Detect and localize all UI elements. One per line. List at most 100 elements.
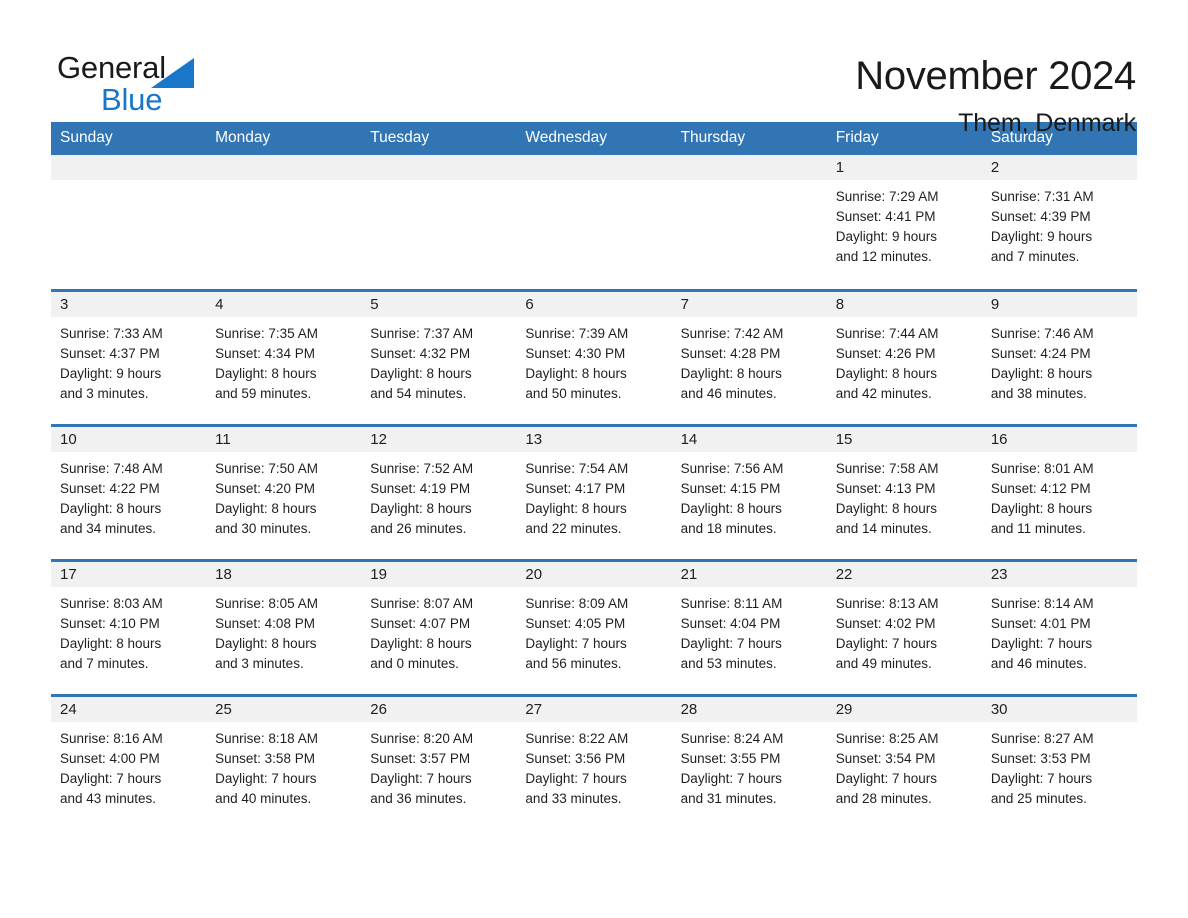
day-number: 1 <box>826 155 982 180</box>
calendar-day-cell[interactable]: 17 Sunrise: 8:03 AM Sunset: 4:10 PM Dayligh… <box>51 558 207 695</box>
calendar-day-cell[interactable]: 30 Sunrise: 8:27 AM Sunset: 3:53 PM Dayligh… <box>981 693 1137 830</box>
daylight-text-line2: and 53 minutes. <box>680 655 777 671</box>
daylight-text-line1: Daylight: 7 hours <box>60 770 162 786</box>
calendar-day-cell[interactable]: 10 Sunrise: 7:48 AM Sunset: 4:22 PM Dayligh… <box>51 423 207 560</box>
sunset-text: Sunset: 4:30 PM <box>525 345 626 361</box>
calendar-day-cell[interactable]: 15 Sunrise: 7:58 AM Sunset: 4:13 PM Dayligh… <box>826 423 982 560</box>
daylight-text-line1: Daylight: 8 hours <box>525 365 627 381</box>
weekday-header-monday: Monday <box>206 122 362 155</box>
sunrise-text: Sunrise: 8:13 AM <box>835 595 939 611</box>
calendar-day-cell[interactable]: 12 Sunrise: 7:52 AM Sunset: 4:19 PM Dayligh… <box>361 423 517 560</box>
calendar-day-cell-empty <box>51 155 207 290</box>
calendar-day-cell[interactable]: 19 Sunrise: 8:07 AM Sunset: 4:07 PM Dayligh… <box>361 558 517 695</box>
day-number: 13 <box>516 426 672 452</box>
sunrise-text: Sunrise: 8:07 AM <box>370 595 474 611</box>
calendar-day-cell[interactable]: 27 Sunrise: 8:22 AM Sunset: 3:56 PM Dayligh… <box>516 693 672 830</box>
daylight-text-line2: and 46 minutes. <box>990 655 1087 671</box>
daylight-text-line2: and 46 minutes. <box>680 385 777 401</box>
daylight-text-line2: and 38 minutes. <box>990 385 1087 401</box>
daylight-text-line2: and 33 minutes. <box>525 790 622 806</box>
day-details: Sunrise: 7:31 AM Sunset: 4:39 PM Daylight:… <box>982 180 1137 267</box>
sunrise-text: Sunrise: 8:05 AM <box>215 595 318 611</box>
calendar-day-cell[interactable]: 26 Sunrise: 8:20 AM Sunset: 3:57 PM Dayligh… <box>361 693 517 830</box>
daylight-text-line1: Daylight: 7 hours <box>990 635 1093 651</box>
calendar-day-cell[interactable]: 8 Sunrise: 7:44 AM Sunset: 4:26 PM Daylight… <box>826 288 982 425</box>
sunset-text: Sunset: 4:37 PM <box>60 345 160 361</box>
calendar-day-cell[interactable]: 11 Sunrise: 7:50 AM Sunset: 4:20 PM Dayligh… <box>206 423 362 560</box>
daylight-text-line1: Daylight: 8 hours <box>835 500 938 516</box>
day-number: 19 <box>361 561 517 587</box>
day-number: 18 <box>206 561 362 587</box>
day-number: 16 <box>981 426 1137 452</box>
calendar-day-cell[interactable]: 3 Sunrise: 7:33 AM Sunset: 4:37 PM Daylight… <box>51 288 207 425</box>
calendar-day-cell-empty <box>671 155 827 290</box>
calendar-day-cell[interactable]: 25 Sunrise: 8:18 AM Sunset: 3:58 PM Dayligh… <box>206 693 362 830</box>
generalblue-logo[interactable]: General Blue <box>57 52 207 118</box>
day-number: 4 <box>206 291 362 317</box>
calendar-day-cell[interactable]: 16 Sunrise: 8:01 AM Sunset: 4:12 PM Dayligh… <box>981 423 1137 560</box>
sunset-text: Sunset: 4:19 PM <box>370 480 471 496</box>
day-number: 7 <box>671 291 827 317</box>
weekday-header-thursday: Thursday <box>671 122 827 155</box>
day-details: Sunrise: 8:09 AM Sunset: 4:05 PM Daylight:… <box>516 587 671 674</box>
daylight-text-line1: Daylight: 8 hours <box>60 500 162 516</box>
calendar-week-row: 24 Sunrise: 8:16 AM Sunset: 4:00 PM Dayligh… <box>51 693 1137 830</box>
logo-text-blue: Blue <box>101 82 163 117</box>
day-number: 30 <box>981 696 1137 722</box>
sunset-text: Sunset: 3:55 PM <box>680 750 781 766</box>
sunset-text: Sunset: 4:41 PM <box>835 209 936 224</box>
sunrise-text: Sunrise: 7:39 AM <box>525 325 629 341</box>
calendar-day-cell[interactable]: 20 Sunrise: 8:09 AM Sunset: 4:05 PM Dayligh… <box>516 558 672 695</box>
sunset-text: Sunset: 4:01 PM <box>990 615 1091 631</box>
sunrise-text: Sunrise: 7:37 AM <box>370 325 474 341</box>
day-details: Sunrise: 7:39 AM Sunset: 4:30 PM Daylight:… <box>516 317 671 404</box>
daylight-text-line1: Daylight: 7 hours <box>835 635 938 651</box>
daylight-text-line2: and 50 minutes. <box>525 385 622 401</box>
sunset-text: Sunset: 4:15 PM <box>680 480 781 496</box>
daylight-text-line1: Daylight: 7 hours <box>370 770 472 786</box>
sunrise-text: Sunrise: 8:09 AM <box>525 595 629 611</box>
day-number: 14 <box>671 426 827 452</box>
day-number: 11 <box>206 426 362 452</box>
sunrise-text: Sunrise: 7:52 AM <box>370 460 474 476</box>
calendar-day-cell[interactable]: 1 Sunrise: 7:29 AM Sunset: 4:41 PM Daylight… <box>826 155 982 290</box>
sunrise-text: Sunrise: 8:03 AM <box>60 595 163 611</box>
calendar-day-cell[interactable]: 28 Sunrise: 8:24 AM Sunset: 3:55 PM Dayligh… <box>671 693 827 830</box>
calendar-day-cell[interactable]: 14 Sunrise: 7:56 AM Sunset: 4:15 PM Dayligh… <box>671 423 827 560</box>
daylight-text-line2: and 12 minutes. <box>835 249 932 264</box>
day-details: Sunrise: 8:03 AM Sunset: 4:10 PM Daylight:… <box>51 587 206 674</box>
daylight-text-line1: Daylight: 7 hours <box>680 770 782 786</box>
calendar-day-cell[interactable]: 29 Sunrise: 8:25 AM Sunset: 3:54 PM Dayligh… <box>826 693 982 830</box>
calendar-day-cell[interactable]: 24 Sunrise: 8:16 AM Sunset: 4:00 PM Dayligh… <box>51 693 207 830</box>
calendar-day-cell[interactable]: 13 Sunrise: 7:54 AM Sunset: 4:17 PM Dayligh… <box>516 423 672 560</box>
calendar-day-cell[interactable]: 5 Sunrise: 7:37 AM Sunset: 4:32 PM Daylight… <box>361 288 517 425</box>
calendar-day-cell[interactable]: 2 Sunrise: 7:31 AM Sunset: 4:39 PM Daylight… <box>981 155 1137 290</box>
sunrise-text: Sunrise: 7:31 AM <box>990 189 1094 204</box>
calendar-day-cell-empty <box>206 155 362 290</box>
sunrise-text: Sunrise: 8:27 AM <box>990 730 1094 746</box>
calendar-day-cell[interactable]: 4 Sunrise: 7:35 AM Sunset: 4:34 PM Daylight… <box>206 288 362 425</box>
sunrise-text: Sunrise: 8:24 AM <box>680 730 784 746</box>
calendar-day-cell[interactable]: 23 Sunrise: 8:14 AM Sunset: 4:01 PM Dayligh… <box>981 558 1137 695</box>
sunrise-text: Sunrise: 7:44 AM <box>835 325 939 341</box>
daylight-text-line2: and 3 minutes. <box>215 655 304 671</box>
sunset-text: Sunset: 4:32 PM <box>370 345 471 361</box>
calendar-day-cell[interactable]: 6 Sunrise: 7:39 AM Sunset: 4:30 PM Daylight… <box>516 288 672 425</box>
daylight-text-line1: Daylight: 8 hours <box>215 500 317 516</box>
daylight-text-line1: Daylight: 9 hours <box>60 365 162 381</box>
calendar-day-cell[interactable]: 22 Sunrise: 8:13 AM Sunset: 4:02 PM Dayligh… <box>826 558 982 695</box>
calendar-day-cell[interactable]: 18 Sunrise: 8:05 AM Sunset: 4:08 PM Dayligh… <box>206 558 362 695</box>
calendar-week-row: 1 Sunrise: 7:29 AM Sunset: 4:41 PM Daylight… <box>51 155 1137 290</box>
day-details: Sunrise: 8:16 AM Sunset: 4:00 PM Daylight:… <box>51 722 206 809</box>
calendar-day-cell[interactable]: 9 Sunrise: 7:46 AM Sunset: 4:24 PM Daylight… <box>981 288 1137 425</box>
daylight-text-line2: and 28 minutes. <box>835 790 932 806</box>
daylight-text-line2: and 3 minutes. <box>60 385 149 401</box>
sunrise-text: Sunrise: 8:20 AM <box>370 730 474 746</box>
daylight-text-line1: Daylight: 7 hours <box>835 770 938 786</box>
daylight-text-line1: Daylight: 8 hours <box>60 635 162 651</box>
daylight-text-line2: and 0 minutes. <box>370 655 459 671</box>
calendar-day-cell[interactable]: 21 Sunrise: 8:11 AM Sunset: 4:04 PM Dayligh… <box>671 558 827 695</box>
calendar-day-cell[interactable]: 7 Sunrise: 7:42 AM Sunset: 4:28 PM Daylight… <box>671 288 827 425</box>
day-details: Sunrise: 8:14 AM Sunset: 4:01 PM Daylight:… <box>982 587 1137 674</box>
daylight-text-line1: Daylight: 7 hours <box>525 770 627 786</box>
